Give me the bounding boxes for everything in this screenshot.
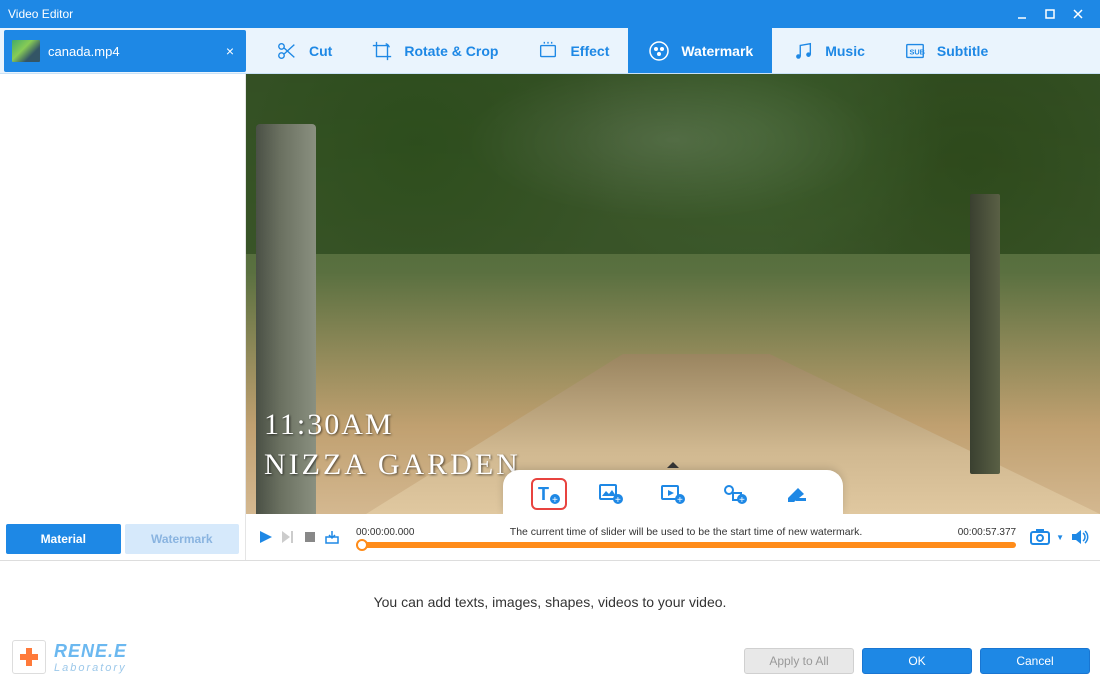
snapshot-button[interactable] xyxy=(1030,527,1050,547)
export-frame-button[interactable] xyxy=(322,527,342,547)
watermark-type-toolbar: T+ + + + xyxy=(503,470,843,514)
titlebar: Video Editor xyxy=(0,0,1100,28)
apply-to-all-button[interactable]: Apply to All xyxy=(744,648,854,674)
tab-label: Watermark xyxy=(681,43,753,59)
main-area: Material Watermark 11:30AM NIZZA GARDEN … xyxy=(0,74,1100,560)
cancel-button[interactable]: Cancel xyxy=(980,648,1090,674)
overlay-timestamp: 11:30AM xyxy=(264,408,394,442)
timeline-track[interactable] xyxy=(356,542,1016,548)
maximize-button[interactable] xyxy=(1036,4,1064,24)
ok-button[interactable]: OK xyxy=(862,648,972,674)
tab-label: Cut xyxy=(309,43,332,59)
timeline: 00:00:00.000 The current time of slider … xyxy=(350,526,1022,548)
svg-text:+: + xyxy=(739,495,745,506)
add-shape-watermark-button[interactable]: + xyxy=(717,478,753,510)
watermark-icon xyxy=(647,39,671,63)
scissors-icon xyxy=(275,39,299,63)
action-buttons: Apply to All OK Cancel xyxy=(0,642,1100,680)
timeline-knob[interactable] xyxy=(356,539,368,551)
music-note-icon xyxy=(791,39,815,63)
volume-button[interactable] xyxy=(1070,527,1090,547)
remove-watermark-button[interactable] xyxy=(779,478,815,510)
tab-watermark[interactable]: Watermark xyxy=(628,28,772,73)
tab-effect[interactable]: Effect xyxy=(517,28,628,73)
stop-button[interactable] xyxy=(300,527,320,547)
tab-rotate-crop[interactable]: Rotate & Crop xyxy=(351,28,517,73)
svg-text:SUB: SUB xyxy=(909,47,924,56)
brand-name: RENE.E xyxy=(54,641,127,662)
step-button[interactable] xyxy=(278,527,298,547)
window-title: Video Editor xyxy=(8,7,1008,21)
add-image-watermark-button[interactable]: + xyxy=(593,478,629,510)
plus-icon xyxy=(12,640,46,674)
file-name: canada.mp4 xyxy=(48,44,214,59)
tab-label: Effect xyxy=(570,43,609,59)
crop-icon xyxy=(370,39,394,63)
current-time: 00:00:00.000 xyxy=(356,527,414,538)
file-tab[interactable]: canada.mp4 × xyxy=(4,30,246,72)
side-tab-watermark[interactable]: Watermark xyxy=(125,524,240,554)
total-time: 00:00:57.377 xyxy=(958,527,1016,538)
tab-subtitle[interactable]: SUB Subtitle xyxy=(884,28,1007,73)
snapshot-dropdown-icon[interactable]: ▼ xyxy=(1056,533,1064,542)
toolbar: canada.mp4 × Cut Rotate & Crop Effect Wa… xyxy=(0,28,1100,74)
close-file-icon[interactable]: × xyxy=(222,43,238,59)
tab-label: Rotate & Crop xyxy=(404,43,498,59)
side-tab-material[interactable]: Material xyxy=(6,524,121,554)
add-text-watermark-button[interactable]: T+ xyxy=(531,478,567,510)
svg-text:T: T xyxy=(538,484,549,504)
close-window-button[interactable] xyxy=(1064,4,1092,24)
subtitle-icon: SUB xyxy=(903,39,927,63)
svg-text:+: + xyxy=(552,495,558,506)
add-video-watermark-button[interactable]: + xyxy=(655,478,691,510)
empty-state-hint: You can add texts, images, shapes, video… xyxy=(0,561,1100,642)
bottom-panel: You can add texts, images, shapes, video… xyxy=(0,560,1100,680)
tab-label: Subtitle xyxy=(937,43,988,59)
brand-logo: RENE.E Laboratory xyxy=(12,640,127,674)
tab-cut[interactable]: Cut xyxy=(256,28,351,73)
preview-area: 11:30AM NIZZA GARDEN T+ + + + xyxy=(246,74,1100,560)
sidebar: Material Watermark xyxy=(0,74,246,560)
tab-label: Music xyxy=(825,43,865,59)
playback-controls: 00:00:00.000 The current time of slider … xyxy=(246,514,1100,560)
minimize-button[interactable] xyxy=(1008,4,1036,24)
video-preview[interactable]: 11:30AM NIZZA GARDEN T+ + + + xyxy=(246,74,1100,514)
svg-text:+: + xyxy=(677,495,683,506)
tab-music[interactable]: Music xyxy=(772,28,884,73)
tool-tabs: Cut Rotate & Crop Effect Watermark Music… xyxy=(246,28,1100,73)
timeline-hint: The current time of slider will be used … xyxy=(510,526,862,538)
side-tabs: Material Watermark xyxy=(0,518,245,560)
overlay-caption: NIZZA GARDEN xyxy=(264,448,521,482)
brand-sub: Laboratory xyxy=(54,662,127,674)
svg-text:+: + xyxy=(615,495,621,506)
file-thumbnail xyxy=(12,40,40,62)
play-button[interactable] xyxy=(256,527,276,547)
sparkle-icon xyxy=(536,39,560,63)
